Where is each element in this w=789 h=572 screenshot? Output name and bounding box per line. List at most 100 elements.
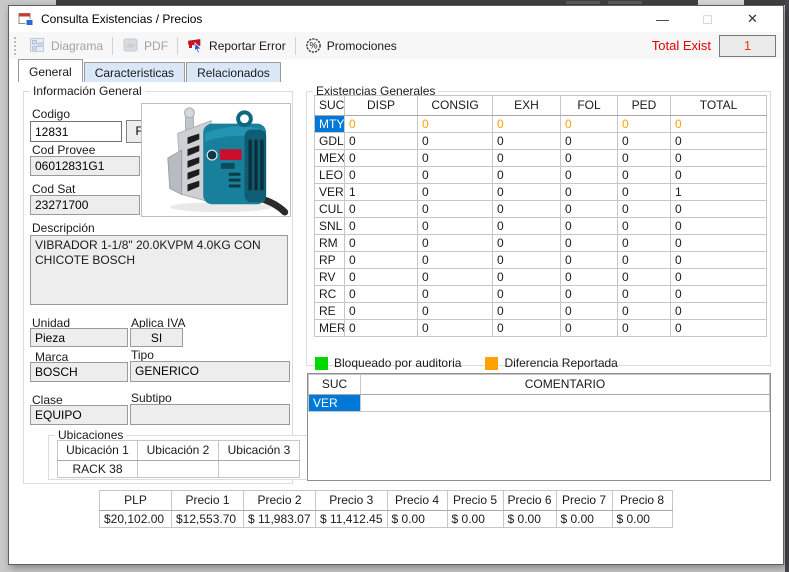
codigo-input[interactable] bbox=[30, 121, 122, 142]
existencias-value-cell[interactable]: 0 bbox=[560, 132, 618, 150]
existencias-value-cell[interactable]: 0 bbox=[417, 149, 493, 167]
precio-value-cell[interactable]: $ 11,983.07 bbox=[243, 510, 316, 528]
existencias-value-cell[interactable]: 0 bbox=[417, 234, 493, 252]
existencias-value-cell[interactable]: 0 bbox=[670, 115, 767, 133]
precio-value-cell[interactable]: $ 0.00 bbox=[446, 510, 504, 528]
existencias-header-cell[interactable]: DISP bbox=[344, 95, 418, 116]
close-icon[interactable]: ✕ bbox=[730, 6, 775, 32]
existencias-value-cell[interactable]: 0 bbox=[617, 302, 671, 320]
existencias-value-cell[interactable]: 0 bbox=[617, 115, 671, 133]
ubicacion-header-cell[interactable]: Ubicación 1 bbox=[57, 440, 138, 461]
existencias-value-cell[interactable]: 0 bbox=[492, 251, 561, 269]
existencias-value-cell[interactable]: 0 bbox=[492, 319, 561, 337]
existencias-value-cell[interactable]: 0 bbox=[417, 115, 493, 133]
existencias-value-cell[interactable]: 0 bbox=[560, 166, 618, 184]
existencias-value-cell[interactable]: 0 bbox=[670, 285, 767, 303]
existencias-value-cell[interactable]: 0 bbox=[417, 200, 493, 218]
existencias-suc-cell[interactable]: GDL bbox=[314, 132, 345, 150]
existencias-suc-cell[interactable]: CUL bbox=[314, 200, 345, 218]
existencias-value-cell[interactable]: 0 bbox=[417, 268, 493, 286]
precio-header-cell[interactable]: Precio 3 bbox=[315, 490, 388, 511]
precio-header-cell[interactable]: Precio 8 bbox=[611, 490, 673, 511]
existencias-value-cell[interactable]: 0 bbox=[560, 115, 618, 133]
existencias-value-cell[interactable]: 0 bbox=[492, 234, 561, 252]
minimize-icon[interactable]: — bbox=[640, 6, 685, 32]
existencias-suc-cell[interactable]: RM bbox=[314, 234, 345, 252]
precio-header-cell[interactable]: Precio 1 bbox=[171, 490, 244, 511]
existencias-suc-cell[interactable]: RE bbox=[314, 302, 345, 320]
existencias-value-cell[interactable]: 0 bbox=[617, 234, 671, 252]
pdf-button[interactable]: PDF bbox=[115, 34, 175, 57]
existencias-value-cell[interactable]: 1 bbox=[670, 183, 767, 201]
existencias-value-cell[interactable]: 0 bbox=[670, 251, 767, 269]
existencias-value-cell[interactable]: 0 bbox=[670, 268, 767, 286]
existencias-value-cell[interactable]: 0 bbox=[560, 234, 618, 252]
existencias-value-cell[interactable]: 0 bbox=[617, 183, 671, 201]
precio-value-cell[interactable]: $ 0.00 bbox=[386, 510, 448, 528]
precio-value-cell[interactable]: $ 11,412.45 bbox=[315, 510, 388, 528]
existencias-value-cell[interactable]: 0 bbox=[560, 251, 618, 269]
existencias-value-cell[interactable]: 0 bbox=[344, 217, 418, 235]
precio-header-cell[interactable]: PLP bbox=[99, 490, 172, 511]
cod-provee-field[interactable]: 06012831G1 bbox=[30, 156, 140, 176]
existencias-value-cell[interactable]: 0 bbox=[344, 319, 418, 337]
existencias-value-cell[interactable]: 0 bbox=[492, 183, 561, 201]
existencias-value-cell[interactable]: 0 bbox=[492, 285, 561, 303]
existencias-value-cell[interactable]: 0 bbox=[417, 183, 493, 201]
tab-caracteristicas[interactable]: Caracteristicas bbox=[83, 62, 186, 82]
existencias-value-cell[interactable]: 0 bbox=[344, 132, 418, 150]
precio-header-cell[interactable]: Precio 6 bbox=[502, 490, 557, 511]
ubicacion-value-cell[interactable] bbox=[218, 460, 300, 478]
existencias-value-cell[interactable]: 0 bbox=[560, 217, 618, 235]
aplica-iva-field[interactable]: SI bbox=[130, 328, 183, 347]
existencias-value-cell[interactable]: 0 bbox=[560, 183, 618, 201]
existencias-value-cell[interactable]: 0 bbox=[417, 285, 493, 303]
existencias-value-cell[interactable]: 0 bbox=[492, 268, 561, 286]
precio-header-cell[interactable]: Precio 7 bbox=[555, 490, 613, 511]
existencias-header-cell[interactable]: CONSIG bbox=[417, 95, 493, 116]
ubicacion-header-cell[interactable]: Ubicación 3 bbox=[218, 440, 300, 461]
comentarios-header-cell[interactable]: COMENTARIO bbox=[360, 374, 770, 395]
existencias-suc-cell[interactable]: SNL bbox=[314, 217, 345, 235]
unidad-field[interactable]: Pieza bbox=[30, 328, 128, 347]
existencias-value-cell[interactable]: 0 bbox=[670, 302, 767, 320]
existencias-value-cell[interactable]: 0 bbox=[492, 166, 561, 184]
existencias-value-cell[interactable]: 0 bbox=[617, 149, 671, 167]
existencias-value-cell[interactable]: 0 bbox=[492, 200, 561, 218]
existencias-suc-cell[interactable]: MEX bbox=[314, 149, 345, 167]
clase-field[interactable]: EQUIPO bbox=[30, 405, 128, 425]
existencias-value-cell[interactable]: 0 bbox=[417, 302, 493, 320]
existencias-suc-cell[interactable]: RC bbox=[314, 285, 345, 303]
precio-header-cell[interactable]: Precio 4 bbox=[386, 490, 448, 511]
descripcion-field[interactable]: VIBRADOR 1-1/8" 20.0KVPM 4.0KG CON CHICO… bbox=[30, 235, 288, 305]
existencias-value-cell[interactable]: 0 bbox=[560, 319, 618, 337]
existencias-value-cell[interactable]: 0 bbox=[560, 302, 618, 320]
promociones-button[interactable]: % Promociones bbox=[298, 34, 404, 57]
existencias-value-cell[interactable]: 0 bbox=[344, 302, 418, 320]
existencias-suc-cell[interactable]: RV bbox=[314, 268, 345, 286]
precio-value-cell[interactable]: $12,553.70 bbox=[171, 510, 244, 528]
precio-value-cell[interactable]: $ 0.00 bbox=[555, 510, 613, 528]
existencias-value-cell[interactable]: 0 bbox=[492, 302, 561, 320]
existencias-value-cell[interactable]: 0 bbox=[344, 234, 418, 252]
existencias-value-cell[interactable]: 0 bbox=[670, 166, 767, 184]
comentarios-suc-cell[interactable]: VER bbox=[308, 394, 361, 412]
existencias-value-cell[interactable]: 0 bbox=[417, 132, 493, 150]
precio-header-cell[interactable]: Precio 2 bbox=[243, 490, 316, 511]
existencias-value-cell[interactable]: 0 bbox=[560, 285, 618, 303]
precio-value-cell[interactable]: $ 0.00 bbox=[502, 510, 557, 528]
existencias-suc-cell[interactable]: MER bbox=[314, 319, 345, 337]
existencias-value-cell[interactable]: 0 bbox=[417, 166, 493, 184]
existencias-value-cell[interactable]: 0 bbox=[417, 319, 493, 337]
tab-relacionados[interactable]: Relacionados bbox=[186, 62, 281, 82]
existencias-value-cell[interactable]: 0 bbox=[670, 217, 767, 235]
existencias-suc-cell[interactable]: VER bbox=[314, 183, 345, 201]
existencias-value-cell[interactable]: 0 bbox=[492, 132, 561, 150]
tipo-field[interactable]: GENERICO bbox=[130, 361, 290, 382]
titlebar[interactable]: Consulta Existencias / Precios — ◻ ✕ bbox=[9, 6, 783, 32]
existencias-value-cell[interactable]: 0 bbox=[344, 285, 418, 303]
existencias-header-cell[interactable]: SUC bbox=[314, 95, 345, 116]
existencias-value-cell[interactable]: 1 bbox=[344, 183, 418, 201]
existencias-value-cell[interactable]: 0 bbox=[344, 115, 418, 133]
existencias-value-cell[interactable]: 0 bbox=[492, 115, 561, 133]
